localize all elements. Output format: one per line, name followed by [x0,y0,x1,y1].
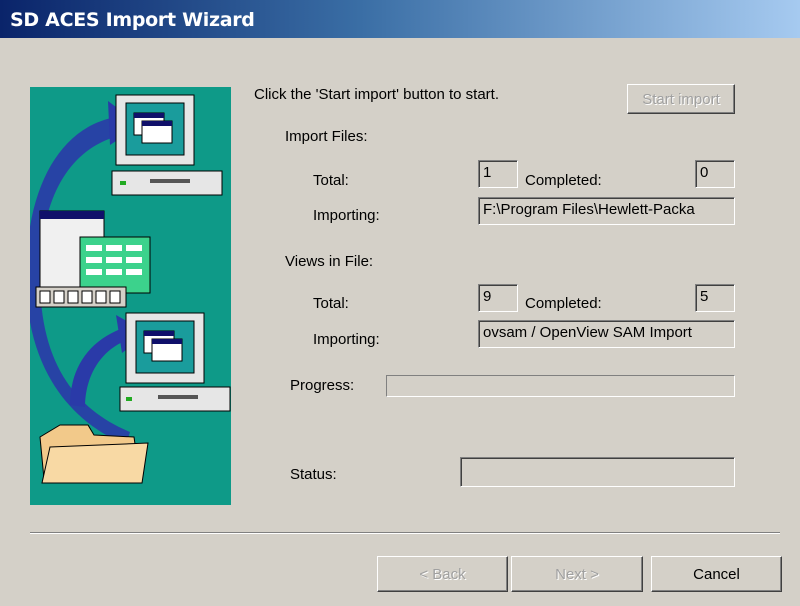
bottom-computer-icon [119,312,231,412]
top-computer-icon [111,94,223,196]
start-import-button[interactable]: Start import [627,84,735,114]
cancel-button[interactable]: Cancel [651,556,782,592]
import-files-completed-field: 0 [695,160,735,188]
status-label: Status: [290,466,337,483]
views-completed-label: Completed: [525,295,602,312]
import-files-total-label: Total: [313,172,349,189]
status-field [460,457,735,487]
window-title: SD ACES Import Wizard [10,9,255,31]
views-total-label: Total: [313,295,349,312]
progress-label: Progress: [290,377,355,394]
views-completed-field: 5 [695,284,735,312]
views-importing-label: Importing: [313,331,380,348]
import-files-importing-label: Importing: [313,207,380,224]
intro-text: Click the 'Start import' button to start… [254,86,499,103]
back-button[interactable]: < Back [377,556,508,592]
import-files-total-field: 1 [478,160,518,188]
title-bar: SD ACES Import Wizard [0,0,800,38]
views-in-file-heading: Views in File: [285,253,374,270]
import-files-heading: Import Files: [285,128,368,145]
next-button[interactable]: Next > [511,556,643,592]
views-importing-field: ovsam / OpenView SAM Import [478,320,735,348]
wizard-illustration [30,87,231,505]
import-files-importing-field: F:\Program Files\Hewlett-Packa [478,197,735,225]
progress-bar [386,375,735,397]
import-files-completed-label: Completed: [525,172,602,189]
folder-icon [39,424,149,484]
views-total-field: 9 [478,284,518,312]
button-separator [30,532,780,534]
